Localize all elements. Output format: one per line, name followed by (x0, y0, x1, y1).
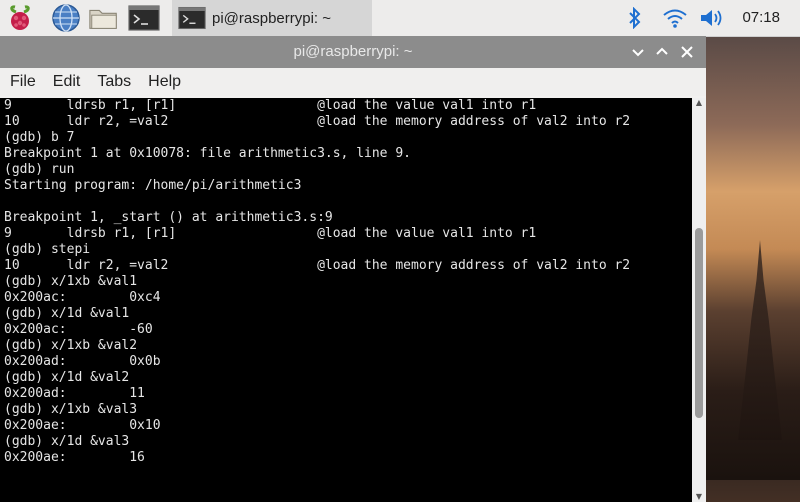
top-panel: pi@raspberrypi: ~ 07:18 (0, 0, 800, 37)
menu-file[interactable]: File (0, 73, 43, 91)
menu-help[interactable]: Help (138, 73, 188, 91)
pagoda-silhouette (738, 240, 782, 440)
minimize-button[interactable] (628, 42, 648, 62)
terminal-line: (gdb) b 7 (4, 130, 75, 145)
terminal-line: (gdb) x/1xb &val1 (4, 274, 138, 289)
terminal-line: 9 ldrsb r1, [r1] @load the value val1 in… (4, 226, 537, 241)
close-button[interactable] (677, 42, 697, 62)
window-title: pi@raspberrypi: ~ (293, 43, 413, 60)
terminal-line: 0x200ad: 11 (4, 386, 145, 401)
terminal-line: Breakpoint 1, _start () at arithmetic3.s… (4, 210, 333, 225)
terminal-line: Breakpoint 1 at 0x10078: file arithmetic… (4, 146, 411, 161)
terminal-line: 9 ldrsb r1, [r1] @load the value val1 in… (4, 98, 537, 113)
scroll-down-icon[interactable]: ▼ (692, 492, 706, 502)
taskbar-terminal-window[interactable]: pi@raspberrypi: ~ (172, 0, 372, 36)
web-browser-icon[interactable] (50, 2, 82, 34)
clock[interactable]: 07:18 (742, 9, 780, 26)
window-titlebar[interactable]: pi@raspberrypi: ~ (0, 36, 706, 68)
bluetooth-icon[interactable] (624, 0, 646, 36)
terminal-line: (gdb) run (4, 162, 75, 177)
raspberry-menu-icon[interactable] (4, 2, 36, 34)
terminal-line: (gdb) x/1xb &val2 (4, 338, 138, 353)
terminal-icon (178, 5, 206, 31)
maximize-button[interactable] (652, 42, 672, 62)
scrollbar-thumb[interactable] (695, 228, 703, 418)
terminal-line: 10 ldr r2, =val2 @load the memory addres… (4, 258, 631, 273)
terminal-line: 0x200ae: 16 (4, 450, 145, 465)
menu-tabs[interactable]: Tabs (87, 73, 138, 91)
menu-edit[interactable]: Edit (43, 73, 88, 91)
terminal-line: 0x200ae: 0x10 (4, 418, 161, 433)
menubar: File Edit Tabs Help (0, 68, 706, 96)
terminal-line: (gdb) stepi (4, 242, 91, 257)
terminal-line: (gdb) x/1d &val2 (4, 370, 130, 385)
terminal-line: (gdb) x/1d &val1 (4, 306, 130, 321)
terminal-line: 0x200ac: -60 (4, 322, 153, 337)
terminal-line: 10 ldr r2, =val2 @load the memory addres… (4, 114, 631, 129)
task-label: pi@raspberrypi: ~ (212, 9, 332, 27)
scroll-up-icon[interactable]: ▲ (692, 98, 706, 108)
scrollbar[interactable]: ▲ ▼ (692, 98, 706, 502)
terminal-line: (gdb) x/1d &val3 (4, 434, 130, 449)
desktop-wallpaper (700, 36, 800, 480)
terminal-icon[interactable] (128, 2, 160, 34)
terminal-line: 0x200ad: 0x0b (4, 354, 161, 369)
terminal-window: pi@raspberrypi: ~ File Edit Tabs Help 9 … (0, 36, 706, 502)
terminal-line: 0x200ac: 0xc4 (4, 290, 161, 305)
wifi-icon[interactable] (660, 0, 690, 36)
volume-icon[interactable] (696, 0, 726, 36)
terminal-line: Starting program: /home/pi/arithmetic3 (4, 178, 302, 193)
terminal-line: (gdb) x/1xb &val3 (4, 402, 138, 417)
terminal-output[interactable]: 9 ldrsb r1, [r1] @load the value val1 in… (0, 98, 692, 502)
file-manager-icon[interactable] (88, 2, 120, 34)
